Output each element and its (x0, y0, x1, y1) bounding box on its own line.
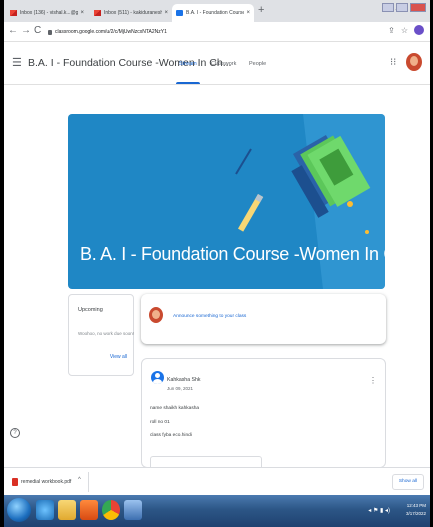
divider (88, 472, 89, 492)
more-options-icon[interactable]: ⋮ (369, 376, 377, 385)
bookmark-star-icon[interactable]: ☆ (401, 26, 408, 35)
browser-tab-inbox-1[interactable]: Inbox (136) - vishal.k...@gm.. × (6, 4, 88, 22)
minimize-button[interactable] (382, 3, 394, 12)
show-all-button[interactable]: Show all (391, 474, 424, 490)
maximize-button[interactable] (396, 3, 408, 12)
taskbar-clock[interactable]: 12:43 PM 3/17/2022 (406, 502, 426, 518)
announce-placeholder[interactable]: Announce something to your class (173, 314, 246, 319)
download-bar: remedial workbook.pdf ^ Show all (4, 467, 430, 495)
upcoming-card: Upcoming Woohoo, no work due soon! View … (68, 294, 134, 376)
chevron-up-icon[interactable]: ^ (78, 477, 81, 483)
classroom-icon (176, 10, 183, 16)
window-close-button[interactable] (410, 3, 426, 12)
class-banner: B. A. I - Foundation Course -Women In Ch… (68, 114, 385, 289)
browser-tab-inbox-2[interactable]: Inbox (511) - kakiduraneshiac@gm.. × (90, 4, 172, 22)
close-icon[interactable]: × (246, 10, 250, 16)
gmail-icon (10, 10, 17, 16)
view-all-link[interactable]: View all (110, 354, 127, 360)
back-icon[interactable]: ← (8, 25, 18, 36)
gmail-icon (94, 10, 101, 16)
upcoming-title: Upcoming (78, 307, 103, 313)
tab-stream[interactable]: Stream (179, 61, 197, 67)
post-line: name shaikh kahkasha (150, 406, 200, 411)
clock-time: 12:43 PM (406, 503, 426, 508)
announce-box[interactable]: Announce something to your class (141, 294, 386, 344)
windows-taskbar: ◂ ⚑ ▮ ◂) 12:43 PM 3/17/2022 (4, 495, 430, 527)
post-line: roll no 01 (150, 420, 170, 425)
apps-grid-icon[interactable]: ⁝⁝ (390, 57, 396, 68)
lock-icon (48, 29, 52, 35)
main-menu-icon[interactable]: ☰ (12, 56, 22, 69)
media-player-icon[interactable] (80, 500, 98, 520)
post-line: class fyba eco.hindi (150, 433, 192, 438)
url-text: classroom.google.com/u/2/c/MjUwNzcxNTA2N… (55, 29, 167, 35)
browser-tab-classroom[interactable]: B.A. I - Foundation Course - Wo... × (172, 4, 254, 22)
close-icon[interactable]: × (80, 10, 84, 16)
class-title[interactable]: B.A. I - Foundation Course -Women In Ch.… (28, 57, 231, 69)
start-button[interactable] (7, 498, 31, 522)
pdf-file-icon (12, 478, 18, 486)
download-file-name[interactable]: remedial workbook.pdf (21, 479, 71, 485)
internet-explorer-icon[interactable] (36, 500, 54, 520)
banner-title: B. A. I - Foundation Course -Women In Ch… (80, 244, 385, 264)
active-tab-indicator (176, 82, 200, 84)
stream-post: Kahkasha Shk Jun 09, 2021 ⋮ name shaikh … (141, 358, 386, 468)
profile-avatar[interactable] (414, 25, 424, 35)
screen: Inbox (136) - vishal.k...@gm.. × Inbox (… (4, 0, 430, 527)
file-explorer-icon[interactable] (58, 500, 76, 520)
address-bar-actions: ⇪ ☆ (388, 25, 424, 35)
post-author: Kahkasha Shk (167, 377, 201, 383)
avatar (149, 307, 163, 323)
system-tray-icons[interactable]: ◂ ⚑ ▮ ◂) (368, 507, 390, 514)
forward-icon[interactable]: → (21, 25, 31, 36)
chrome-icon[interactable] (102, 500, 120, 520)
browser-tab-strip: Inbox (136) - vishal.k...@gm.. × Inbox (… (4, 0, 430, 22)
account-avatar[interactable] (406, 53, 422, 71)
tab-people[interactable]: People (249, 61, 266, 67)
reload-icon[interactable]: C (34, 25, 41, 36)
author-avatar-icon (151, 371, 164, 384)
upcoming-note: Woohoo, no work due soon! (78, 331, 134, 336)
url-input[interactable]: classroom.google.com/u/2/c/MjUwNzcxNTA2N… (48, 25, 378, 39)
tab-title: B.A. I - Foundation Course - Wo... (186, 10, 245, 16)
share-icon[interactable]: ⇪ (388, 26, 395, 35)
new-tab-button[interactable]: + (258, 4, 264, 16)
window-controls (382, 3, 426, 12)
classroom-header: ☰ B.A. I - Foundation Course -Women In C… (4, 43, 430, 85)
tab-title: Inbox (136) - vishal.k...@gm.. (20, 10, 79, 16)
close-icon[interactable]: × (164, 10, 168, 16)
tab-title: Inbox (511) - kakiduraneshiac@gm.. (104, 10, 163, 16)
tab-classwork[interactable]: Classwork (211, 61, 236, 67)
app-window-icon[interactable] (124, 500, 142, 520)
help-icon[interactable]: ? (10, 428, 20, 438)
clock-date: 3/17/2022 (405, 511, 426, 516)
post-date: Jun 09, 2021 (167, 386, 194, 391)
address-bar-row: ← → C classroom.google.com/u/2/c/MjUwNzc… (4, 22, 430, 42)
